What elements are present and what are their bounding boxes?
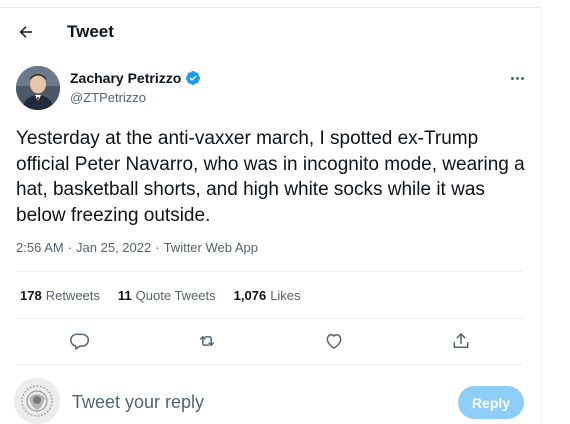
quotes-count: 11	[117, 288, 132, 303]
tweet-time[interactable]: 2:56 AM	[16, 240, 64, 255]
like-button[interactable]	[323, 330, 345, 352]
share-icon	[453, 333, 469, 348]
retweets-label: Retweets	[45, 288, 100, 303]
meta-separator: ·	[67, 240, 73, 255]
tweet-meta: 2:56 AM · Jan 25, 2022 · Twitter Web App	[16, 240, 258, 255]
retweets-count: 178	[20, 288, 42, 303]
retweet-button[interactable]	[196, 330, 218, 352]
quote-tweets-stat[interactable]: 11 Quote Tweets	[118, 288, 216, 303]
tweet-text: Yesterday at the anti-vaxxer march, I sp…	[16, 128, 525, 226]
column-divider	[540, 0, 541, 424]
tweet-actions	[0, 330, 540, 352]
author-name[interactable]: Zachary Petrizzo	[70, 70, 201, 86]
verified-badge-icon	[186, 71, 201, 85]
divider	[16, 318, 524, 319]
tweet-date[interactable]: Jan 25, 2022	[76, 240, 151, 255]
tweet-header: Tweet	[0, 9, 540, 55]
top-border	[0, 0, 540, 8]
author-name-text: Zachary Petrizzo	[70, 70, 182, 86]
reply-submit-button[interactable]: Reply	[458, 386, 524, 419]
like-icon	[326, 334, 342, 349]
quotes-label: Quote Tweets	[135, 288, 216, 303]
more-options-button[interactable]	[505, 70, 529, 86]
back-button[interactable]	[14, 20, 38, 44]
tweet-source[interactable]: Twitter Web App	[164, 240, 258, 255]
divider	[16, 271, 524, 272]
reply-icon	[70, 333, 90, 350]
user-avatar[interactable]	[14, 378, 60, 424]
author-handle[interactable]: @ZTPetrizzo	[70, 90, 146, 105]
likes-label: Likes	[270, 288, 301, 303]
retweets-stat[interactable]: 178 Retweets	[20, 288, 100, 303]
page-title: Tweet	[67, 22, 114, 41]
likes-count: 1,076	[233, 288, 267, 303]
divider	[16, 364, 524, 365]
likes-stat[interactable]: 1,076 Likes	[234, 288, 301, 303]
reply-input[interactable]	[72, 392, 432, 413]
back-arrow-icon	[19, 26, 32, 38]
meta-separator: ·	[155, 240, 160, 255]
reply-button[interactable]	[69, 330, 91, 352]
more-icon	[510, 76, 514, 80]
share-button[interactable]	[450, 330, 472, 352]
retweet-icon	[200, 336, 214, 346]
tweet-stats: 178 Retweets 11 Quote Tweets 1,076 Likes	[20, 288, 301, 303]
author-avatar[interactable]	[16, 66, 60, 110]
